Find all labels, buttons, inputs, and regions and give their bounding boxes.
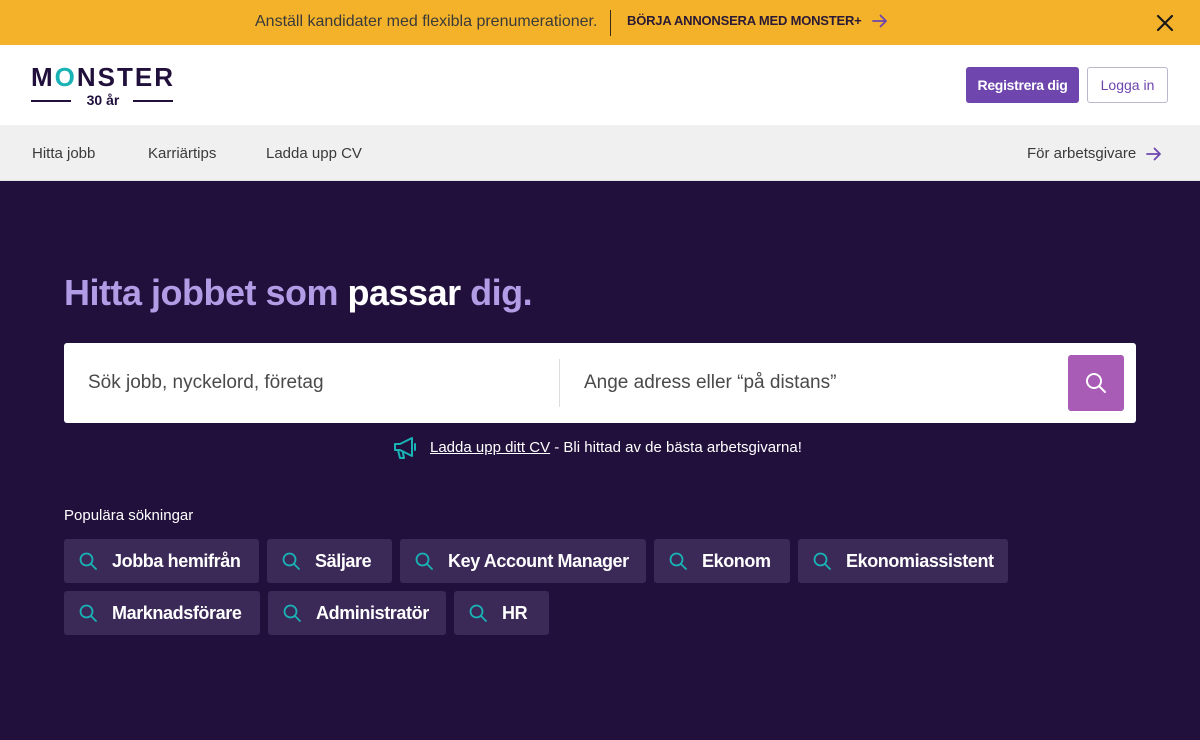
popular-search-chip[interactable]: Ekonom (654, 539, 790, 583)
popular-search-chip[interactable]: Säljare (267, 539, 392, 583)
job-keyword-input[interactable] (88, 343, 558, 423)
chip-label: Ekonom (702, 550, 771, 571)
logo-letter-m: M (31, 62, 55, 92)
nav-item-upload-cv[interactable]: Ladda upp CV (266, 145, 362, 162)
search-icon (283, 604, 301, 622)
upload-cv-text: - Bli hittad av de bästa arbetsgivarna! (550, 439, 802, 456)
promo-cta-link[interactable]: BÖRJA ANNONSERA MED MONSTER+ (627, 13, 888, 28)
nav-item-career-tips[interactable]: Karriärtips (148, 145, 216, 162)
chip-label: Administratör (316, 602, 429, 623)
hero-title-part3: dig. (460, 272, 533, 313)
search-divider (559, 359, 560, 407)
nav-item-find-jobs[interactable]: Hitta jobb (32, 145, 95, 162)
logo-sub-text: 30 år (86, 92, 120, 108)
popular-search-chip[interactable]: Marknadsförare (64, 591, 260, 635)
megaphone-icon (394, 437, 416, 459)
upload-cv-link[interactable]: Ladda upp ditt CV (430, 439, 550, 456)
chip-label: HR (502, 602, 528, 623)
hero-title-part2: passar (347, 272, 462, 313)
popular-search-chip[interactable]: Ekonomiassistent (798, 539, 1008, 583)
main-nav: Hitta jobb Karriärtips Ladda upp CV För … (0, 125, 1200, 181)
promo-text: Anställ kandidater med flexibla prenumer… (255, 13, 598, 30)
promo-cta-label: BÖRJA ANNONSERA MED MONSTER+ (627, 13, 862, 28)
arrow-right-icon (1146, 147, 1162, 160)
location-input[interactable] (584, 343, 1064, 423)
search-icon (282, 552, 300, 570)
chip-label: Key Account Manager (448, 550, 629, 571)
search-button[interactable] (1068, 355, 1124, 411)
chip-label: Marknadsförare (112, 602, 242, 623)
nav-employers-label: För arbetsgivare (1027, 145, 1137, 162)
search-icon (415, 552, 433, 570)
popular-search-chip[interactable]: Key Account Manager (400, 539, 646, 583)
search-icon (79, 552, 97, 570)
popular-search-chip[interactable]: Jobba hemifrån (64, 539, 259, 583)
promo-divider (610, 10, 611, 36)
logo-line-left (31, 100, 71, 102)
logo-letters-rest: NSTER (76, 62, 176, 92)
popular-searches-label: Populära sökningar (64, 507, 194, 524)
login-button[interactable]: Logga in (1087, 67, 1168, 103)
search-icon (469, 604, 487, 622)
hero-title: Hitta jobbet som passar dig. (64, 272, 533, 314)
logo-wordmark: MONSTER (31, 63, 175, 91)
arrow-right-icon (871, 14, 887, 27)
upload-cv-promo: Ladda upp ditt CV - Bli hittad av de bäs… (392, 434, 802, 462)
chip-label: Säljare (315, 550, 372, 571)
logo-line-right (133, 100, 173, 102)
search-icon (813, 552, 831, 570)
monster-logo[interactable]: MONSTER 30 år (31, 63, 175, 109)
logo-anniversary: 30 år (31, 92, 175, 108)
hero-title-part1: Hitta jobbet som (64, 272, 348, 313)
job-search-box (64, 343, 1136, 423)
site-header: MONSTER 30 år Registrera dig Logga in (0, 45, 1200, 125)
close-icon[interactable] (1153, 11, 1177, 35)
register-button[interactable]: Registrera dig (966, 67, 1079, 103)
logo-letter-o: O (54, 62, 77, 92)
chip-label: Jobba hemifrån (112, 550, 241, 571)
chip-label: Ekonomiassistent (846, 550, 994, 571)
nav-employers-link[interactable]: För arbetsgivare (1027, 145, 1162, 162)
promo-banner: Anställ kandidater med flexibla prenumer… (0, 0, 1200, 45)
popular-search-chip[interactable]: Administratör (268, 591, 446, 635)
search-icon (1086, 373, 1106, 393)
popular-search-chip[interactable]: HR (454, 591, 549, 635)
search-icon (79, 604, 97, 622)
search-icon (669, 552, 687, 570)
